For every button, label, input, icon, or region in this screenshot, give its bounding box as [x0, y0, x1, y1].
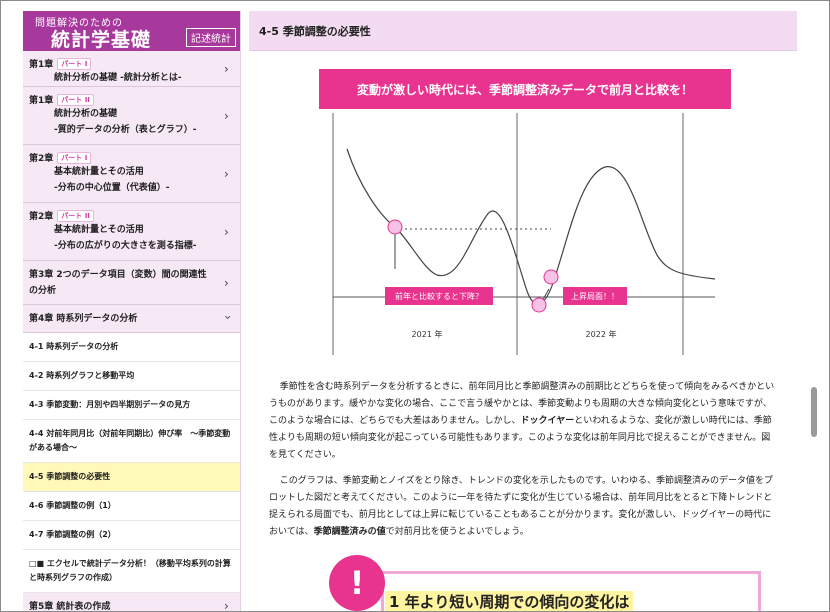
page-title: 4-5 季節調整の必要性: [259, 24, 371, 38]
part-badge: パート I: [57, 151, 92, 164]
chapter4-subitems: 4-1 時系列データの分析 4-2 時系列グラフと移動平均 4-3 季節変動：月別や…: [23, 333, 240, 593]
chevron-right-icon: ›: [224, 275, 229, 290]
chevron-right-icon: ›: [224, 108, 229, 123]
trend-graph: 前年と比較すると下降？ 上昇局面！！ 2021 年 2022 年: [332, 113, 716, 355]
paragraph-2-text-cont: で対前月比を使うとよいでしょう。: [385, 527, 529, 537]
sidebar-subitem[interactable]: 4-2 時系列グラフと移動平均: [23, 362, 240, 391]
brand-header[interactable]: 問題解決のための 統計学基礎 記述統計: [23, 11, 240, 51]
chevron-right-icon: ›: [224, 598, 229, 612]
chapter-subtitle: -分布の中心位置（代表値）-: [54, 183, 170, 193]
chapter-subtitle: -質的データの分析（表とグラフ）-: [54, 125, 197, 135]
paragraph-2-emphasis: 季節調整済みの値: [313, 527, 386, 537]
chapter-title: 第3章 2つのデータ項目（変数）間の関連性: [29, 270, 207, 280]
sidebar-subitem[interactable]: 4-4 対前年同月比（対前年同期比）伸び率 〜季節変動がある場合〜: [23, 420, 240, 463]
sidebar-subitem[interactable]: 4-1 時系列データの分析: [23, 333, 240, 362]
exclamation-icon: !: [329, 555, 385, 611]
sidebar-item-chapter5[interactable]: 第5章 統計表の作成 ›: [23, 593, 240, 612]
scrollbar-thumb[interactable]: [811, 387, 817, 437]
sidebar-nav: 問題解決のための 統計学基礎 記述統計 第1章 パート I 統計分析の基礎 -統…: [23, 11, 241, 612]
year-label-2022: 2022 年: [586, 329, 617, 339]
highlight-point-peak: [543, 269, 559, 285]
chapter-title-cont: の分析: [29, 286, 57, 296]
chevron-down-icon: ›: [221, 314, 235, 320]
highlight-point-2021: [387, 219, 403, 235]
chapter-number: 第2章: [29, 212, 54, 222]
page-title-bar: 4-5 季節調整の必要性: [249, 11, 797, 51]
trend-figure: 変動が激しい時代には、季節調整済みデータで前月と比較を！ 前年と比較すると下降？…: [319, 65, 731, 365]
scrollbar[interactable]: [805, 11, 823, 611]
paragraph-2: このグラフは、季節変動とノイズをとり除き、トレンドの変化を示したものです。いわゆ…: [269, 473, 777, 541]
sidebar-item-chapter2-part1[interactable]: 第2章 パート I 基本統計量とその活用 -分布の中心位置（代表値）- ›: [23, 145, 240, 203]
part-badge: パート II: [57, 93, 94, 106]
chapter-title: 統計分析の基礎 -統計分析とは-: [54, 73, 182, 83]
brand-title: 統計学基礎: [51, 29, 152, 51]
chevron-right-icon: ›: [224, 61, 229, 76]
chapter-title: 第5章 統計表の作成: [29, 602, 111, 612]
sidebar-item-chapter3[interactable]: 第3章 2つのデータ項目（変数）間の関連性 の分析 ›: [23, 261, 240, 305]
chapter-title: 統計分析の基礎: [54, 109, 118, 119]
paragraph-1-emphasis: ドックイヤー: [520, 416, 575, 426]
chapter-title: 基本統計量とその活用: [54, 167, 144, 177]
main-content: 4-5 季節調整の必要性 変動が激しい時代には、季節調整済みデータで前月と比較を…: [249, 11, 797, 611]
chapter-title: 基本統計量とその活用: [54, 225, 144, 235]
part-badge: パート I: [57, 57, 92, 70]
app-frame: 問題解決のための 統計学基礎 記述統計 第1章 パート I 統計分析の基礎 -統…: [0, 0, 830, 612]
sidebar-subitem[interactable]: 4-3 季節変動：月別や四半期別データの見方: [23, 391, 240, 420]
label-down: 前年と比較すると下降？: [395, 291, 483, 301]
sidebar-subitem[interactable]: 4-5 季節調整の必要性: [23, 463, 240, 492]
chapter-subtitle: -分布の広がりの大きさを測る指標-: [54, 241, 197, 251]
brand-badge: 記述統計: [186, 28, 236, 47]
chevron-right-icon: ›: [224, 166, 229, 181]
sidebar-item-chapter1-part2[interactable]: 第1章 パート II 統計分析の基礎 -質的データの分析（表とグラフ）- ›: [23, 87, 240, 145]
highlight-point-low: [531, 297, 547, 313]
paragraph-1: 季節性を含む時系列データを分析するときに、前年同月比と季節調整済みの前期比とどち…: [269, 379, 777, 464]
chapter-title: 第4章 時系列データの分析: [29, 314, 138, 324]
chapter-number: 第1章: [29, 96, 54, 106]
sidebar-subitem[interactable]: 4-7 季節調整の例（2）: [23, 521, 240, 550]
callout-title: 1 年より短い周期での傾向の変化は: [385, 591, 634, 611]
chapter-number: 第1章: [29, 60, 54, 70]
label-up: 上昇局面！！: [571, 292, 619, 301]
sidebar-item-chapter1-part1[interactable]: 第1章 パート I 統計分析の基礎 -統計分析とは- ›: [23, 51, 240, 87]
sidebar-item-chapter2-part2[interactable]: 第2章 パート II 基本統計量とその活用 -分布の広がりの大きさを測る指標- …: [23, 203, 240, 261]
sidebar-item-chapter4[interactable]: 第4章 時系列データの分析 ›: [23, 305, 240, 333]
sidebar-subitem[interactable]: □■ エクセルで統計データ分析！（移動平均系列の計算と時系列グラフの作成）: [23, 550, 240, 593]
callout: ! 1 年より短い周期での傾向の変化は: [329, 555, 761, 611]
chevron-right-icon: ›: [224, 224, 229, 239]
chapter-number: 第2章: [29, 154, 54, 164]
sidebar-subitem[interactable]: 4-6 季節調整の例（1）: [23, 492, 240, 521]
year-label-2021: 2021 年: [412, 329, 443, 339]
part-badge: パート II: [57, 209, 94, 222]
